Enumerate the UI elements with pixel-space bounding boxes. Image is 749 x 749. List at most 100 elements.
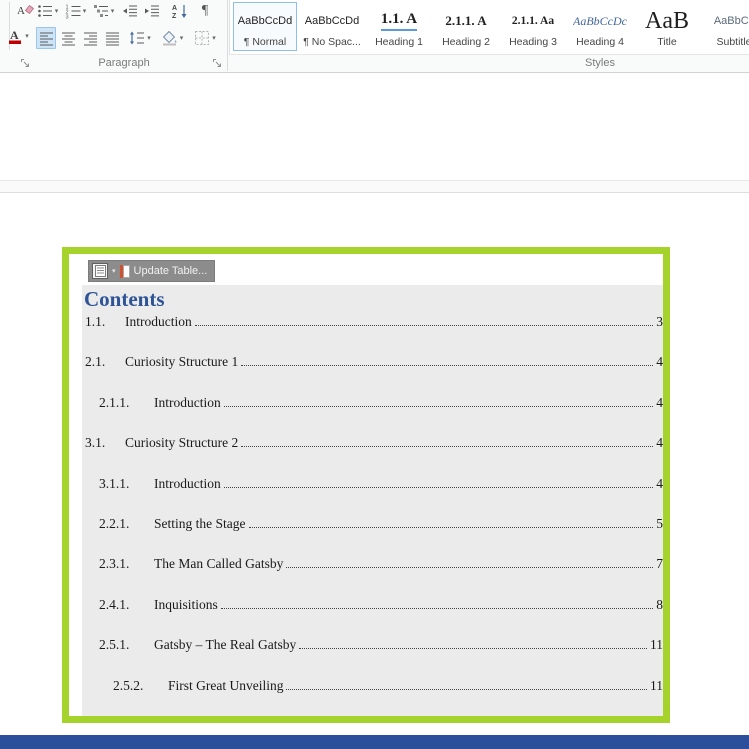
decrease-indent-icon xyxy=(123,5,137,17)
toc-entry-number: 2.1. xyxy=(85,354,106,370)
show-hide-pilcrow-button[interactable]: ¶ xyxy=(196,1,214,21)
toc-entry-page: 5 xyxy=(656,515,663,531)
toc-entry-number: 3.1.1. xyxy=(99,475,130,491)
toc-entry-page: 3 xyxy=(656,314,663,329)
toc-dot-leader xyxy=(194,322,654,326)
style-label: ¶ Normal xyxy=(243,36,287,48)
toc-entry-title: Gatsby – The Real Gatsby xyxy=(154,637,297,653)
multilevel-list-button[interactable]: ▾ xyxy=(90,1,117,21)
toc-entry-page: 11 xyxy=(650,637,663,653)
toc-entry-page: 4 xyxy=(656,435,663,451)
align-right-icon xyxy=(83,32,97,45)
clear-formatting-icon: A xyxy=(17,4,34,17)
style-gallery-item-h3[interactable]: 2.1.1. Aa Heading 3 xyxy=(501,2,565,51)
ribbon: A A ▾ ▾ 123 ▾ ▾ A Z ¶ ▾ ▾ ▾ Paragraph Aa… xyxy=(0,0,749,73)
font-color-button[interactable]: A ▾ xyxy=(3,26,33,46)
align-center-button[interactable] xyxy=(58,27,78,49)
style-preview-text: AaB xyxy=(645,7,689,34)
toc-entry[interactable]: 3.1.1. Introduction 4 xyxy=(82,475,663,516)
align-justify-button[interactable] xyxy=(102,27,122,49)
toc-entry-title: Introduction xyxy=(154,394,221,410)
toc-entry[interactable]: 2.3.1. The Man Called Gatsby 7 xyxy=(82,556,663,596)
toc-entry[interactable]: 1.1. Introduction 3 xyxy=(82,314,663,354)
toc-entry[interactable]: 2.5.3.Second Great Unveiling 12 xyxy=(82,718,670,723)
sort-az-icon: A Z xyxy=(172,5,187,19)
toc-entry[interactable]: 2.2.1. Setting the Stage 5 xyxy=(82,515,663,556)
toc-entry[interactable]: 2.1.1. Introduction 4 xyxy=(82,394,663,435)
dropdown-arrow-icon: ▾ xyxy=(82,7,87,15)
toc-entry[interactable]: 2.5.2. First Great Unveiling 11 xyxy=(82,677,663,716)
align-left-button[interactable] xyxy=(36,27,56,49)
line-spacing-button[interactable]: ▾ xyxy=(126,27,154,49)
styles-group-label: Styles xyxy=(585,57,615,69)
toc-entry-page: 4 xyxy=(656,354,663,370)
toc-entry-page: 11 xyxy=(650,677,663,693)
dropdown-arrow-icon: ▾ xyxy=(212,34,216,42)
toc-entry[interactable]: 3.1. Curiosity Structure 2 4 xyxy=(82,435,663,475)
toc-dot-leader xyxy=(299,645,647,650)
style-gallery-item-h4[interactable]: AaBbCcDc Heading 4 xyxy=(568,2,632,51)
style-gallery-item-h1[interactable]: 1.1. A Heading 1 xyxy=(367,2,431,51)
style-preview: AaBbCcDd xyxy=(305,6,359,36)
increase-indent-button[interactable] xyxy=(142,1,162,21)
update-table-button[interactable]: Update Table... xyxy=(119,264,208,278)
toc-entry-title: Introduction xyxy=(125,314,192,329)
pilcrow-icon: ¶ xyxy=(201,3,209,18)
style-preview-text: AaBbCcDd xyxy=(237,15,293,27)
toc-entry-number: 2.2.1. xyxy=(99,515,130,531)
dropdown-arrow-icon[interactable]: ▾ xyxy=(112,268,116,275)
toc-entry-number: 2.5.1. xyxy=(99,637,130,653)
borders-button[interactable]: ▾ xyxy=(190,27,220,49)
style-preview-text: 2.1.1. A xyxy=(445,13,487,28)
word-window: A A ▾ ▾ 123 ▾ ▾ A Z ¶ ▾ ▾ ▾ Paragraph Aa… xyxy=(0,0,749,749)
toc-entry[interactable]: 2.4.1. Inquisitions 8 xyxy=(82,596,663,637)
style-preview-text: AaBbCc xyxy=(713,15,749,27)
toc-dot-leader xyxy=(223,484,654,488)
style-preview: 2.1.1. A xyxy=(445,6,486,36)
toc-dot-leader xyxy=(286,564,654,569)
sort-button[interactable]: A Z xyxy=(170,1,190,21)
font-color-icon: A xyxy=(9,28,22,44)
toc-entry-number: 2.5.3. xyxy=(113,718,168,723)
style-label: Subtitle xyxy=(716,36,749,48)
style-preview: 2.1.1. Aa xyxy=(512,6,554,36)
style-preview: 1.1. A xyxy=(380,6,418,36)
svg-text:A: A xyxy=(17,5,25,17)
toc-menu-button[interactable] xyxy=(92,263,108,279)
toc-entry[interactable]: 2.5.1. Gatsby – The Real Gatsby 11 xyxy=(82,637,663,677)
styles-gallery: AaBbCcDd ¶ Normal AaBbCcDd ¶ No Spac... 1.1.… xyxy=(229,0,749,55)
document-icon xyxy=(94,265,106,277)
style-gallery-item-title[interactable]: AaB Title xyxy=(635,2,699,51)
update-table-label: Update Table... xyxy=(133,265,208,277)
style-gallery-item-normal[interactable]: AaBbCcDd ¶ Normal xyxy=(233,2,297,51)
style-preview-text: AaBbCcDc xyxy=(573,13,627,28)
style-gallery-item-subtitle[interactable]: AaBbCc Subtitle xyxy=(702,2,749,51)
toc-entry-number: 2.5.2. xyxy=(113,677,144,693)
numbering-button[interactable]: 123 ▾ xyxy=(62,1,89,21)
toc-dot-leader xyxy=(223,403,654,407)
style-label: Heading 4 xyxy=(576,36,624,48)
style-preview-text: 1.1. A xyxy=(380,11,418,31)
font-dialog-launcher[interactable] xyxy=(20,56,32,68)
toc-entry-page: 4 xyxy=(656,394,663,410)
shading-button[interactable]: ▾ xyxy=(157,27,187,49)
toc-entry-title: Curiosity Structure 2 xyxy=(125,435,239,451)
paragraph-dialog-launcher[interactable] xyxy=(212,56,224,68)
toc-entry-number: 2.3.1. xyxy=(99,556,130,572)
toc-entry-title: First Great Unveiling xyxy=(168,677,284,693)
toc-entry-title: Second Great Unveiling xyxy=(168,718,298,723)
decrease-indent-button[interactable] xyxy=(120,1,140,21)
style-label: Heading 1 xyxy=(375,36,423,48)
style-label: ¶ No Spac... xyxy=(303,36,361,48)
bullet-list-icon xyxy=(37,5,52,17)
style-gallery-item-h2[interactable]: 2.1.1. A Heading 2 xyxy=(434,2,498,51)
toc-entry[interactable]: 2.1. Curiosity Structure 1 4 xyxy=(82,354,663,394)
increase-indent-icon xyxy=(145,5,159,17)
align-right-button[interactable] xyxy=(80,27,100,49)
dropdown-arrow-icon: ▾ xyxy=(147,34,151,42)
bullets-button[interactable]: ▾ xyxy=(34,1,61,21)
toc-entry-page: 8 xyxy=(656,596,663,612)
page-break-gap xyxy=(0,180,749,193)
toc-entry-title: Setting the Stage xyxy=(154,515,246,531)
style-gallery-item-nospace[interactable]: AaBbCcDd ¶ No Spac... xyxy=(300,2,364,51)
